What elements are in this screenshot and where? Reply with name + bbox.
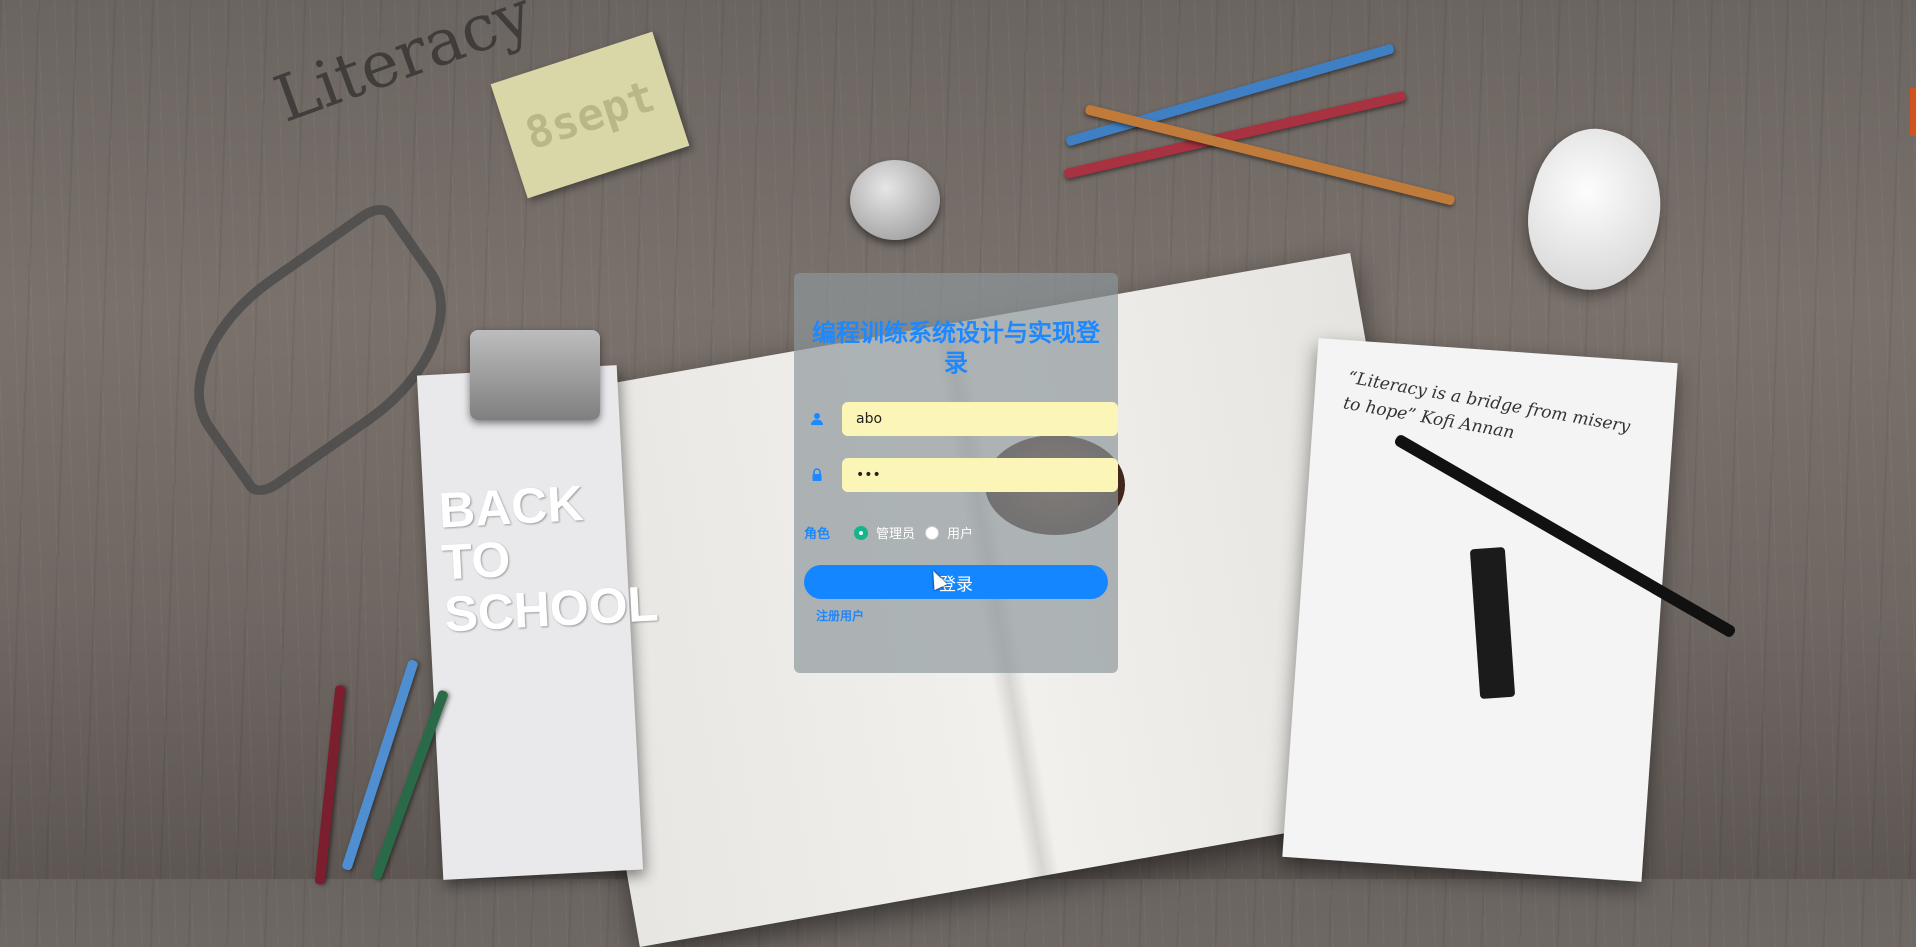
marker-blue <box>341 658 419 872</box>
register-link[interactable]: 注册用户 <box>816 607 864 624</box>
crumpled-paper <box>1511 115 1679 305</box>
red-pencil <box>1063 90 1407 180</box>
login-title: 编程训练系统设计与实现登录 <box>812 319 1100 377</box>
sticky-note-text: 8sept <box>519 70 661 160</box>
radio-admin[interactable] <box>854 525 868 540</box>
username-input[interactable] <box>842 402 1118 436</box>
role-selector: 角色 管理员 用户 <box>804 521 1108 543</box>
marker-green <box>371 689 449 881</box>
role-label: 角色 <box>804 527 831 542</box>
back-to-school-text: BACK TO SCHOOL <box>437 475 660 643</box>
login-panel: 编程训练系统设计与实现登录 角色 管理员 用户 登录 注册用户 <box>794 273 1118 673</box>
password-row <box>804 458 1118 492</box>
notepad-quote: “Literacy is a bridge from misery to hop… <box>1341 367 1632 444</box>
pencil-sharpener <box>850 160 940 240</box>
username-row <box>804 402 1118 436</box>
back-to-school-card: BACK TO SCHOOL <box>416 365 660 880</box>
lock-icon <box>810 467 824 481</box>
role-option-user[interactable]: 用户 <box>925 523 973 542</box>
role-option-user-label: 用户 <box>947 527 974 542</box>
binder-clip <box>470 330 600 420</box>
edge-tab <box>1910 88 1916 136</box>
user-icon <box>810 411 824 425</box>
login-button[interactable]: 登录 <box>804 565 1108 599</box>
radio-user[interactable] <box>925 525 939 540</box>
password-input[interactable] <box>842 458 1118 492</box>
role-option-admin[interactable]: 管理员 <box>854 523 915 542</box>
sticky-note: 8sept <box>490 31 690 199</box>
marker-red <box>314 685 346 885</box>
role-option-admin-label: 管理员 <box>876 527 916 542</box>
